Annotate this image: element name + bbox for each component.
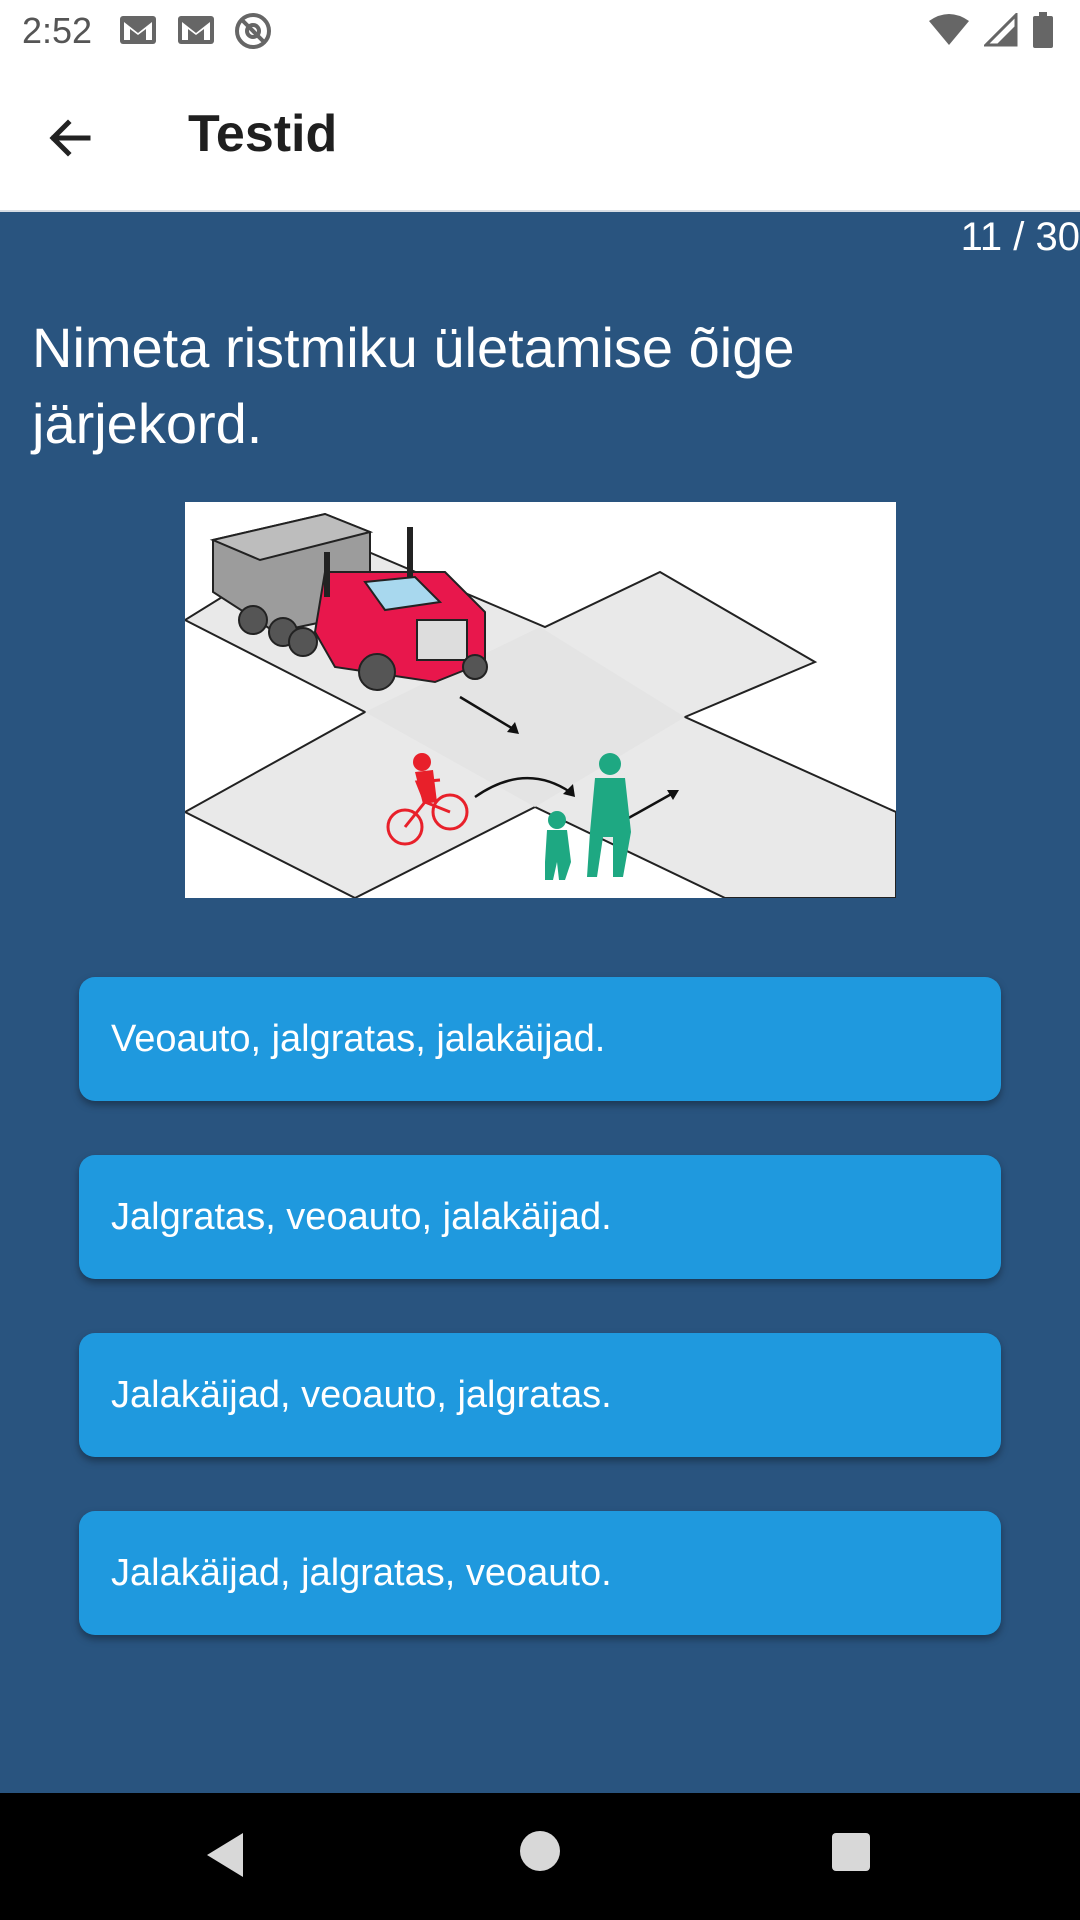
system-nav-bar (0, 1793, 1080, 1920)
question-illustration (182, 502, 897, 900)
nav-recents-icon[interactable] (832, 1833, 870, 1871)
wifi-icon (929, 14, 969, 45)
truck-illustration (209, 512, 488, 691)
battery-icon (1033, 12, 1053, 48)
arrow-left-icon (49, 119, 91, 157)
answer-option[interactable]: Veoauto, jalgratas, jalakäijad. (79, 977, 1001, 1101)
status-time: 2:52 (22, 10, 93, 51)
intersection-illustration (182, 512, 897, 900)
notification-icons (118, 12, 272, 50)
status-bar: 2:52 (0, 0, 1080, 64)
answer-option[interactable]: Jalakäijad, jalgratas, veoauto. (79, 1511, 1001, 1635)
cell-signal-icon (984, 13, 1018, 47)
answer-option[interactable]: Jalgratas, veoauto, jalakäijad. (79, 1155, 1001, 1279)
question-text: Nimeta ristmiku ületamise õige järjekord… (32, 316, 795, 455)
nav-back-icon[interactable] (205, 1831, 245, 1879)
question-counter: 11 / 30 (960, 215, 1080, 259)
page-title: Testid (188, 105, 338, 163)
nav-home-icon[interactable] (520, 1831, 560, 1871)
gmail-icon (178, 16, 214, 44)
system-status-icons (928, 12, 1054, 48)
answer-list: Veoauto, jalgratas, jalakäijad. Jalgrata… (79, 977, 1001, 1689)
answer-option[interactable]: Jalakäijad, veoauto, jalgratas. (79, 1333, 1001, 1457)
app-bar: Testid (0, 64, 1080, 212)
gmail-icon (120, 16, 156, 44)
at-sign-icon (235, 13, 271, 49)
back-button[interactable] (38, 106, 102, 170)
